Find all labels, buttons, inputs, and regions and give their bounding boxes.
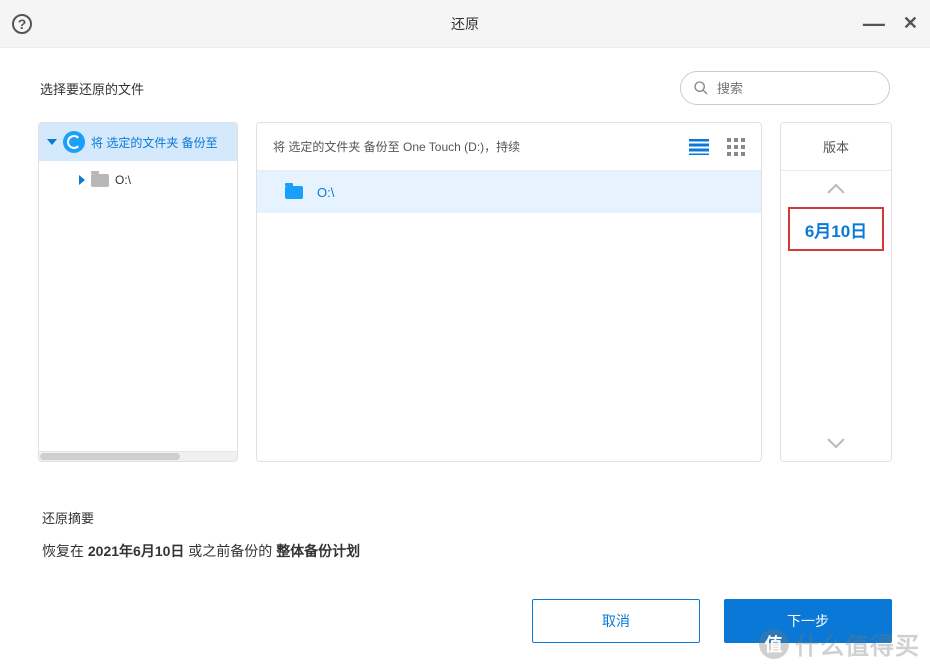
caret-down-icon [47,139,57,145]
list-breadcrumb: 将 选定的文件夹 备份至 One Touch (D:)，持续 [273,138,520,155]
summary-title: 还原摘要 [42,508,888,527]
version-prev-icon[interactable] [781,171,891,207]
tree-item-backup-plan[interactable]: 将 选定的文件夹 备份至 [39,123,237,161]
version-item[interactable]: 6月10日 [788,207,884,251]
window-title: 还原 [451,14,479,34]
folder-icon [91,174,109,187]
restore-summary: 还原摘要 恢复在 2021年6月10日 或之前备份的 整体备份计划 [38,508,892,561]
titlebar: ? 还原 — ✕ [0,0,930,48]
summary-text: 恢复在 2021年6月10日 或之前备份的 整体备份计划 [42,541,888,561]
list-header: 将 选定的文件夹 备份至 One Touch (D:)，持续 [257,123,761,171]
header-row: 选择要还原的文件 [38,68,892,108]
tree-panel: 将 选定的文件夹 备份至 O:\ [38,122,238,462]
horizontal-scrollbar[interactable] [39,451,237,461]
grid-view-icon[interactable] [727,138,745,156]
version-title: 版本 [781,123,891,171]
next-button[interactable]: 下一步 [724,599,892,643]
version-next-icon[interactable] [781,425,891,461]
select-files-label: 选择要还原的文件 [40,79,144,98]
close-icon[interactable]: ✕ [903,13,918,34]
panels: 将 选定的文件夹 备份至 O:\ 将 选定的文件夹 备份至 One Touch … [38,122,892,462]
help-icon[interactable]: ? [12,14,32,34]
window-controls: — ✕ [863,13,918,34]
search-box[interactable] [680,71,890,105]
content: 选择要还原的文件 将 选定的文件夹 备份至 O:\ 将 选定的文件夹 备份 [0,48,930,561]
cancel-button[interactable]: 取消 [532,599,700,643]
footer-actions: 取消 下一步 [532,599,892,643]
list-item-label: O:\ [317,185,334,200]
folder-icon [285,186,303,199]
seagate-icon [63,131,85,153]
list-item-drive-o[interactable]: O:\ [257,171,761,213]
search-icon [693,80,709,96]
tree-item-label: O:\ [115,173,131,187]
caret-right-icon [79,175,85,185]
list-view-icon[interactable] [689,138,709,156]
tree-item-drive-o[interactable]: O:\ [39,161,237,199]
minimize-icon[interactable]: — [863,13,885,34]
view-toggle [689,138,745,156]
tree-item-label: 将 选定的文件夹 备份至 [91,134,218,151]
list-panel: 将 选定的文件夹 备份至 One Touch (D:)，持续 O:\ [256,122,762,462]
version-panel: 版本 6月10日 [780,122,892,462]
search-input[interactable] [717,81,877,96]
